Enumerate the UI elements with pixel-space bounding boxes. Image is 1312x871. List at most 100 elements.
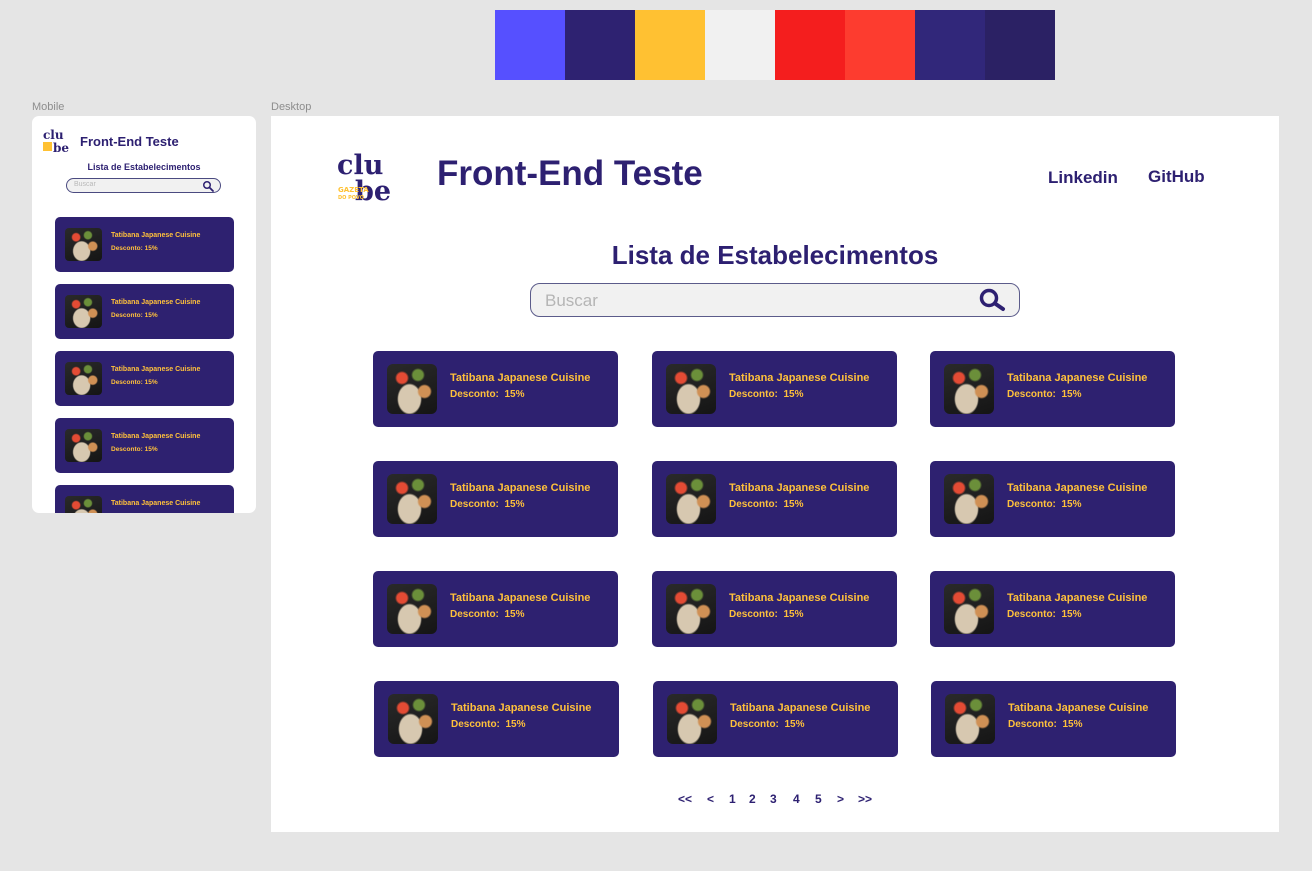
food-thumbnail [65, 496, 102, 513]
discount-text: Desconto: 15% [1007, 609, 1082, 620]
pagination-last[interactable]: >> [858, 792, 872, 806]
establishment-name: Tatibana Japanese Cuisine [729, 372, 870, 384]
pagination-page[interactable]: 5 [815, 792, 822, 806]
search-input[interactable] [543, 289, 967, 313]
mobile-list-title: Lista de Estabelecimentos [87, 162, 201, 172]
app-title: Front-End Teste [437, 154, 703, 193]
pagination-page[interactable]: 3 [770, 792, 777, 806]
github-link[interactable]: GitHub [1148, 167, 1205, 187]
search-icon[interactable] [202, 180, 214, 192]
mobile-header: clu be Front-End Teste [42, 128, 179, 154]
food-thumbnail [944, 474, 994, 524]
color-swatch [775, 10, 845, 80]
clube-logo-icon: clu be [43, 128, 69, 154]
food-thumbnail [65, 429, 102, 462]
establishment-card[interactable]: Tatibana Japanese Cuisine Desconto: 15% [373, 351, 618, 427]
discount-text: Desconto: 15% [111, 245, 158, 252]
food-thumbnail [666, 364, 716, 414]
establishment-name: Tatibana Japanese Cuisine [730, 702, 871, 714]
discount-text: Desconto: 15% [729, 609, 804, 620]
color-swatch [565, 10, 635, 80]
establishment-name: Tatibana Japanese Cuisine [450, 372, 591, 384]
establishment-name: Tatibana Japanese Cuisine [451, 702, 592, 714]
establishment-card[interactable]: Tatibana Japanese Cuisine Desconto: 15% [930, 351, 1175, 427]
mobile-establishment-card[interactable]: Tatibana Japanese Cuisine Desconto: 15% [55, 217, 234, 272]
establishment-card[interactable]: Tatibana Japanese Cuisine Desconto: 15% [373, 461, 618, 537]
discount-text: Desconto: 15% [111, 379, 158, 386]
color-swatch [845, 10, 915, 80]
establishment-card[interactable]: Tatibana Japanese Cuisine Desconto: 15% [653, 681, 898, 757]
establishment-name: Tatibana Japanese Cuisine [111, 366, 201, 373]
discount-text: Desconto: 15% [1008, 719, 1083, 730]
svg-text:DO POVO: DO POVO [338, 195, 364, 201]
establishment-name: Tatibana Japanese Cuisine [1007, 592, 1148, 604]
mobile-frame-label: Mobile [32, 101, 65, 113]
food-thumbnail [65, 228, 102, 261]
establishment-card[interactable]: Tatibana Japanese Cuisine Desconto: 15% [652, 461, 897, 537]
mobile-establishment-card[interactable]: Tatibana Japanese Cuisine Desconto: 15% [55, 351, 234, 406]
svg-text:be: be [53, 141, 69, 154]
establishment-card[interactable]: Tatibana Japanese Cuisine Desconto: 15% [652, 571, 897, 647]
mobile-establishment-card[interactable]: Tatibana Japanese Cuisine [55, 485, 234, 513]
establishment-name: Tatibana Japanese Cuisine [729, 592, 870, 604]
discount-text: Desconto: 15% [730, 719, 805, 730]
color-swatch [705, 10, 775, 80]
search-bar [530, 283, 1020, 317]
establishment-card[interactable]: Tatibana Japanese Cuisine Desconto: 15% [930, 571, 1175, 647]
mobile-search-placeholder: Buscar [74, 181, 96, 188]
svg-text:clu: clu [43, 128, 64, 142]
establishment-card[interactable]: Tatibana Japanese Cuisine Desconto: 15% [373, 571, 618, 647]
food-thumbnail [667, 694, 717, 744]
pagination-page[interactable]: 2 [749, 792, 756, 806]
mobile-search-input[interactable]: Buscar [66, 178, 221, 193]
establishment-name: Tatibana Japanese Cuisine [1007, 372, 1148, 384]
desktop-frame: clu be GAZETA DO POVO Front-End Teste Li… [271, 116, 1279, 832]
discount-text: Desconto: 15% [111, 312, 158, 319]
pagination-page[interactable]: 1 [729, 792, 736, 806]
food-thumbnail [388, 694, 438, 744]
establishment-card[interactable]: Tatibana Japanese Cuisine Desconto: 15% [374, 681, 619, 757]
color-swatch [495, 10, 565, 80]
pagination-page[interactable]: 4 [793, 792, 800, 806]
desktop-frame-label: Desktop [271, 101, 312, 113]
establishment-name: Tatibana Japanese Cuisine [111, 232, 201, 239]
mobile-establishment-card[interactable]: Tatibana Japanese Cuisine Desconto: 15% [55, 418, 234, 473]
mobile-frame: clu be Front-End Teste Lista de Estabele… [32, 116, 256, 513]
establishment-name: Tatibana Japanese Cuisine [1008, 702, 1149, 714]
mobile-establishment-card[interactable]: Tatibana Japanese Cuisine Desconto: 15% [55, 284, 234, 339]
establishment-card[interactable]: Tatibana Japanese Cuisine Desconto: 15% [931, 681, 1176, 757]
establishment-name: Tatibana Japanese Cuisine [450, 482, 591, 494]
pagination-first[interactable]: << [678, 792, 692, 806]
discount-text: Desconto: 15% [1007, 389, 1082, 400]
food-thumbnail [387, 474, 437, 524]
linkedin-link[interactable]: Linkedin [1048, 168, 1118, 188]
clube-logo-icon: clu be GAZETA DO POVO [337, 150, 391, 202]
establishment-name: Tatibana Japanese Cuisine [111, 500, 201, 507]
establishment-name: Tatibana Japanese Cuisine [111, 299, 201, 306]
discount-text: Desconto: 15% [451, 719, 526, 730]
food-thumbnail [944, 364, 994, 414]
establishment-card[interactable]: Tatibana Japanese Cuisine Desconto: 15% [930, 461, 1175, 537]
search-icon[interactable] [978, 288, 1006, 312]
food-thumbnail [65, 362, 102, 395]
color-swatch [915, 10, 985, 80]
discount-text: Desconto: 15% [450, 609, 525, 620]
establishment-card[interactable]: Tatibana Japanese Cuisine Desconto: 15% [652, 351, 897, 427]
establishment-name: Tatibana Japanese Cuisine [1007, 482, 1148, 494]
discount-text: Desconto: 15% [729, 389, 804, 400]
food-thumbnail [387, 584, 437, 634]
discount-text: Desconto: 15% [111, 446, 158, 453]
establishment-name: Tatibana Japanese Cuisine [729, 482, 870, 494]
pagination-next[interactable]: > [837, 792, 844, 806]
discount-text: Desconto: 15% [450, 499, 525, 510]
svg-text:GAZETA: GAZETA [338, 186, 369, 194]
color-palette [495, 10, 1055, 80]
establishment-name: Tatibana Japanese Cuisine [450, 592, 591, 604]
mobile-app-title: Front-End Teste [80, 133, 179, 149]
discount-text: Desconto: 15% [1007, 499, 1082, 510]
food-thumbnail [666, 474, 716, 524]
pagination-prev[interactable]: < [707, 792, 714, 806]
color-swatch [635, 10, 705, 80]
color-swatch [985, 10, 1055, 80]
food-thumbnail [65, 295, 102, 328]
